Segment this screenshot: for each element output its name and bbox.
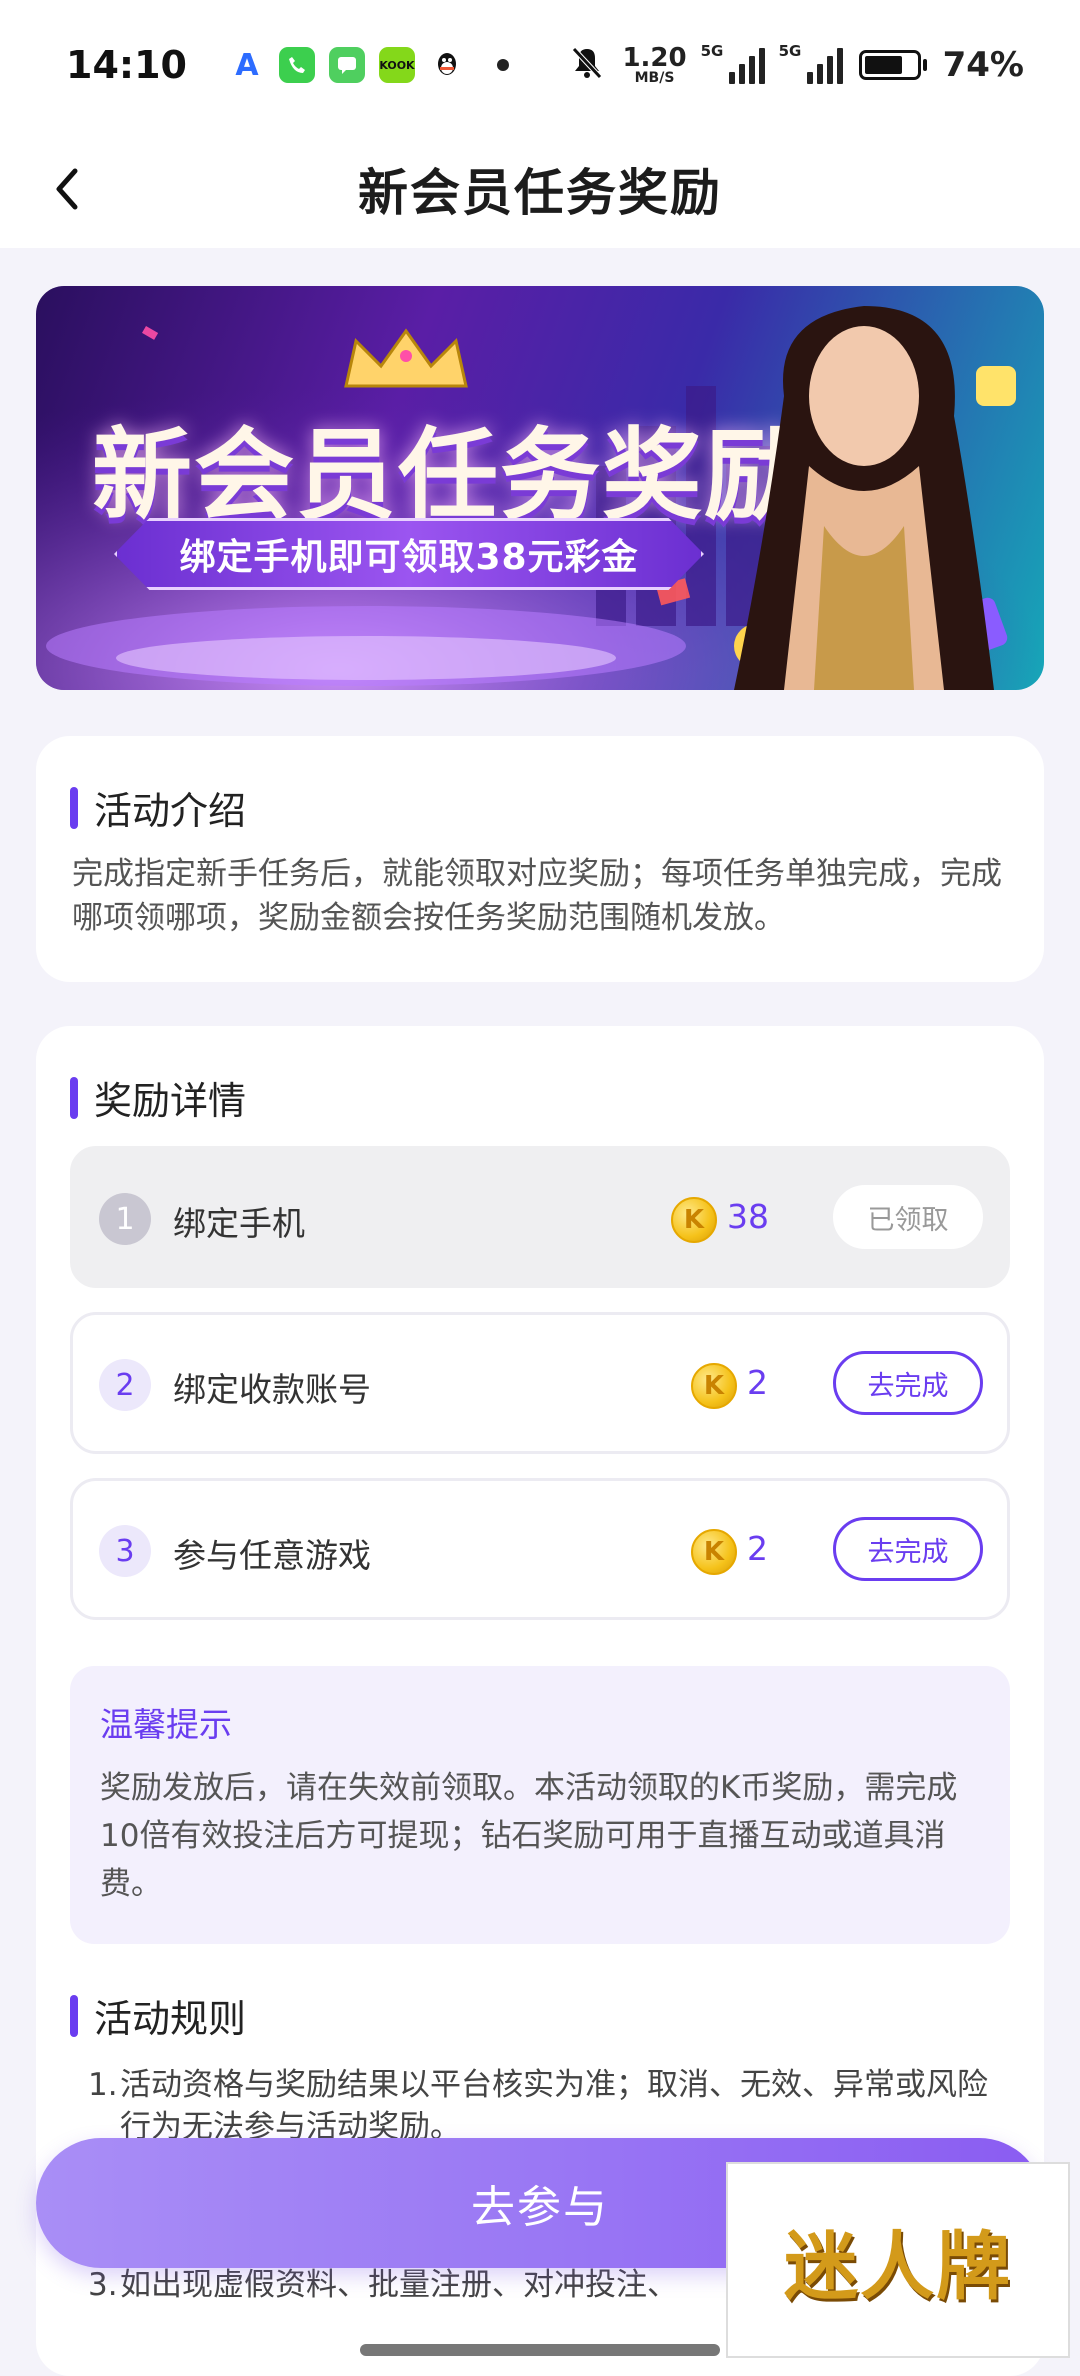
- task-number: 2: [99, 1359, 151, 1411]
- task-label: 绑定手机: [173, 1204, 305, 1243]
- task-row-bind-phone: 1 绑定手机 K 38 已领取: [70, 1146, 1010, 1288]
- home-indicator[interactable]: [360, 2344, 720, 2356]
- rule-number: 3.: [88, 2267, 118, 2303]
- task-row-bind-account: 2 绑定收款账号 K 2 去完成: [70, 1312, 1010, 1454]
- net-speed: 1.20 MB/S: [622, 45, 686, 85]
- rule-text: 如出现虚假资料、批量注册、对冲投注、: [120, 2267, 678, 2303]
- task-label: 参与任意游戏: [173, 1536, 371, 1575]
- promo-model-image: [734, 306, 994, 690]
- section-accent-bar: [70, 1076, 78, 1119]
- claimed-button[interactable]: 已领取: [833, 1185, 983, 1249]
- net-speed-value: 1.20: [622, 43, 687, 73]
- rule-text: 活动资格与奖励结果以平台核实为准；取消、无效、异常或风险行为无法参与活动奖励。: [120, 2067, 988, 2145]
- reward-heading: 奖励详情: [70, 1070, 246, 1125]
- mute-icon: [568, 44, 606, 86]
- battery-level: [864, 56, 902, 74]
- intro-heading: 活动介绍: [70, 780, 246, 835]
- rule-number: 1.: [88, 2067, 118, 2103]
- join-button-label: 去参与: [471, 2182, 609, 2233]
- chevron-left-icon: [56, 168, 78, 210]
- tips-box: 温馨提示 奖励发放后，请在失效前领取。本活动领取的K币奖励，需完成10倍有效投注…: [70, 1666, 1010, 1944]
- back-button[interactable]: [28, 150, 106, 228]
- more-notifications-dot: [496, 59, 509, 71]
- task-number: 3: [99, 1525, 151, 1577]
- phone-app-icon: [278, 47, 315, 83]
- watermark-text: 迷人牌: [784, 2223, 1012, 2310]
- crown-icon: [344, 328, 468, 388]
- task-number: 1: [99, 1193, 151, 1245]
- reward-title: 奖励详情: [94, 1079, 247, 1123]
- page-title: 新会员任务奖励: [358, 164, 722, 222]
- nav-header: 新会员任务奖励: [0, 130, 1080, 248]
- notification-icons: A KOOK: [229, 47, 509, 83]
- promo-banner[interactable]: 新会员任务奖励 绑定手机即可领取38元彩金: [36, 286, 1044, 690]
- tips-text: 奖励发放后，请在失效前领取。本活动领取的K币奖励，需完成10倍有效投注后方可提现…: [100, 1770, 958, 1902]
- task-reward-amount: 2: [747, 1363, 768, 1402]
- banner-title: 新会员任务奖励: [92, 417, 806, 534]
- section-accent-bar: [70, 1994, 78, 2037]
- go-complete-button[interactable]: 去完成: [833, 1351, 983, 1415]
- signal-2-label: 5G: [778, 42, 802, 60]
- watermark-logo: 迷人牌: [726, 2162, 1070, 2358]
- signal-1-label: 5G: [700, 42, 724, 60]
- status-time: 14:10: [66, 43, 187, 87]
- intro-text: 完成指定新手任务后，就能领取对应奖励；每项任务单独完成，完成哪项领哪项，奖励金额…: [72, 856, 1002, 936]
- translate-app-icon: A: [235, 47, 259, 83]
- rules-heading: 活动规则: [70, 1988, 246, 2043]
- task-reward-amount: 2: [747, 1529, 768, 1568]
- k-coin-icon: K: [691, 1529, 737, 1575]
- rules-title: 活动规则: [94, 1997, 247, 2041]
- battery-percent: 74%: [942, 45, 1024, 85]
- signal-2-icon: 5G: [779, 42, 843, 84]
- k-coin-icon: K: [671, 1197, 717, 1243]
- task-reward-amount: 38: [727, 1197, 769, 1236]
- status-right: 1.20 MB/S 5G 5G 74%: [568, 42, 1024, 86]
- signal-1-icon: 5G: [701, 42, 765, 84]
- rule-item: 1. 活动资格与奖励结果以平台核实为准；取消、无效、异常或风险行为无法参与活动奖…: [88, 2064, 1008, 2148]
- battery-icon: [858, 50, 927, 80]
- kook-app-icon: KOOK: [378, 47, 415, 83]
- net-speed-unit: MB/S: [634, 70, 675, 86]
- status-bar: 14:10 A KOOK 1.20 MB/S 5G 5G 74%: [0, 0, 1080, 130]
- go-complete-button[interactable]: 去完成: [833, 1517, 983, 1581]
- intro-card: 活动介绍 完成指定新手任务后，就能领取对应奖励；每项任务单独完成，完成哪项领哪项…: [36, 736, 1044, 982]
- intro-title: 活动介绍: [94, 789, 247, 833]
- task-label: 绑定收款账号: [173, 1370, 371, 1409]
- section-accent-bar: [70, 786, 78, 829]
- qq-app-icon: [429, 47, 465, 83]
- messages-app-icon: [328, 47, 365, 83]
- banner-subtitle-ribbon: 绑定手机即可领取38元彩金: [114, 518, 704, 590]
- k-coin-icon: K: [691, 1363, 737, 1409]
- banner-subtitle: 绑定手机即可领取38元彩金: [179, 537, 639, 578]
- task-row-play-game: 3 参与任意游戏 K 2 去完成: [70, 1478, 1010, 1620]
- tips-title: 温馨提示: [100, 1705, 232, 1744]
